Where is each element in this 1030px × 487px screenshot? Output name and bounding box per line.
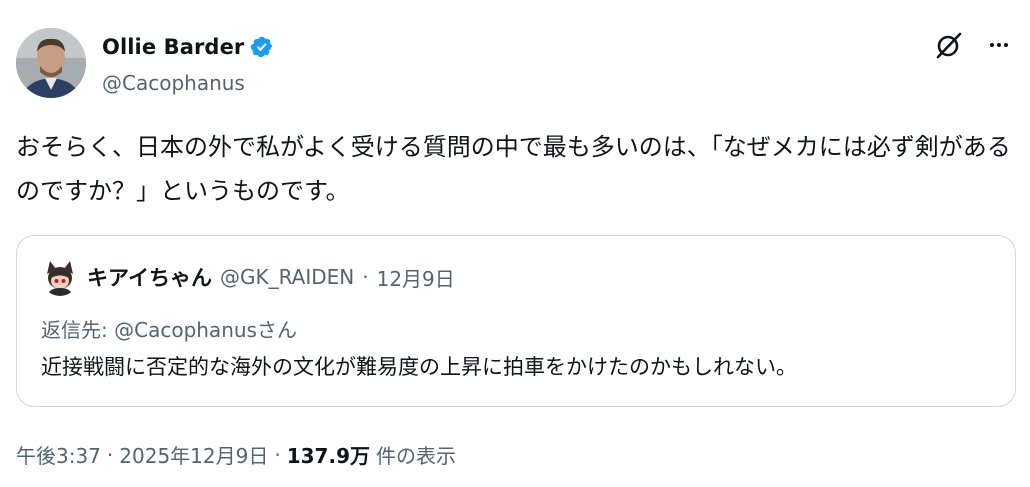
quoted-tweet-text: 近接戦闘に否定的な海外の文化が難易度の上昇に拍車をかけたのかもしれない。	[41, 355, 797, 379]
meta-separator-2: ·	[274, 442, 281, 467]
grok-icon[interactable]	[934, 30, 964, 60]
quoted-reply-context: 返信先: @Cacophanusさん	[41, 314, 297, 343]
verified-badge-icon[interactable]	[250, 35, 274, 59]
quoted-author-handle: @GK_RAIDEN	[219, 265, 355, 289]
more-options-icon[interactable]	[984, 30, 1014, 60]
quoted-author-avatar[interactable]	[41, 258, 79, 296]
view-count: 137.9万	[286, 444, 370, 468]
tweet-actions	[934, 30, 1014, 60]
author-handle[interactable]: @Cacophanus	[102, 71, 245, 95]
reply-suffix: さん	[256, 318, 297, 342]
tweet-text: おそらく、日本の外で私がよく受ける質問の中で最も多いのは、「なぜメカには必ず剣が…	[16, 133, 1011, 205]
meta-separator: ·	[106, 442, 114, 467]
reply-mention: @Cacophanus	[114, 318, 257, 342]
author-name[interactable]: Ollie Barder	[102, 35, 244, 59]
quoted-separator: ·	[362, 265, 369, 289]
tweet-date[interactable]: 2025年12月9日	[119, 440, 268, 469]
quoted-date: 12月9日	[376, 266, 455, 291]
reply-prefix: 返信先:	[41, 318, 108, 342]
tweet-time[interactable]: 午後3:37	[16, 440, 101, 469]
view-count-label: 件の表示	[375, 444, 456, 468]
author-avatar[interactable]	[16, 28, 86, 98]
quoted-tweet-header: キアイちゃん @GK_RAIDEN · 12月9日	[41, 258, 455, 296]
quoted-author-name: キアイちゃん	[87, 266, 212, 290]
author-avatar-image	[16, 28, 86, 98]
quoted-tweet[interactable]: キアイちゃん @GK_RAIDEN · 12月9日 返信先: @Cacophan…	[16, 235, 1016, 407]
author-name-row: Ollie Barder	[102, 35, 274, 59]
tweet-meta: 午後3:37 · 2025年12月9日 · 137.9万 件の表示	[16, 440, 456, 469]
